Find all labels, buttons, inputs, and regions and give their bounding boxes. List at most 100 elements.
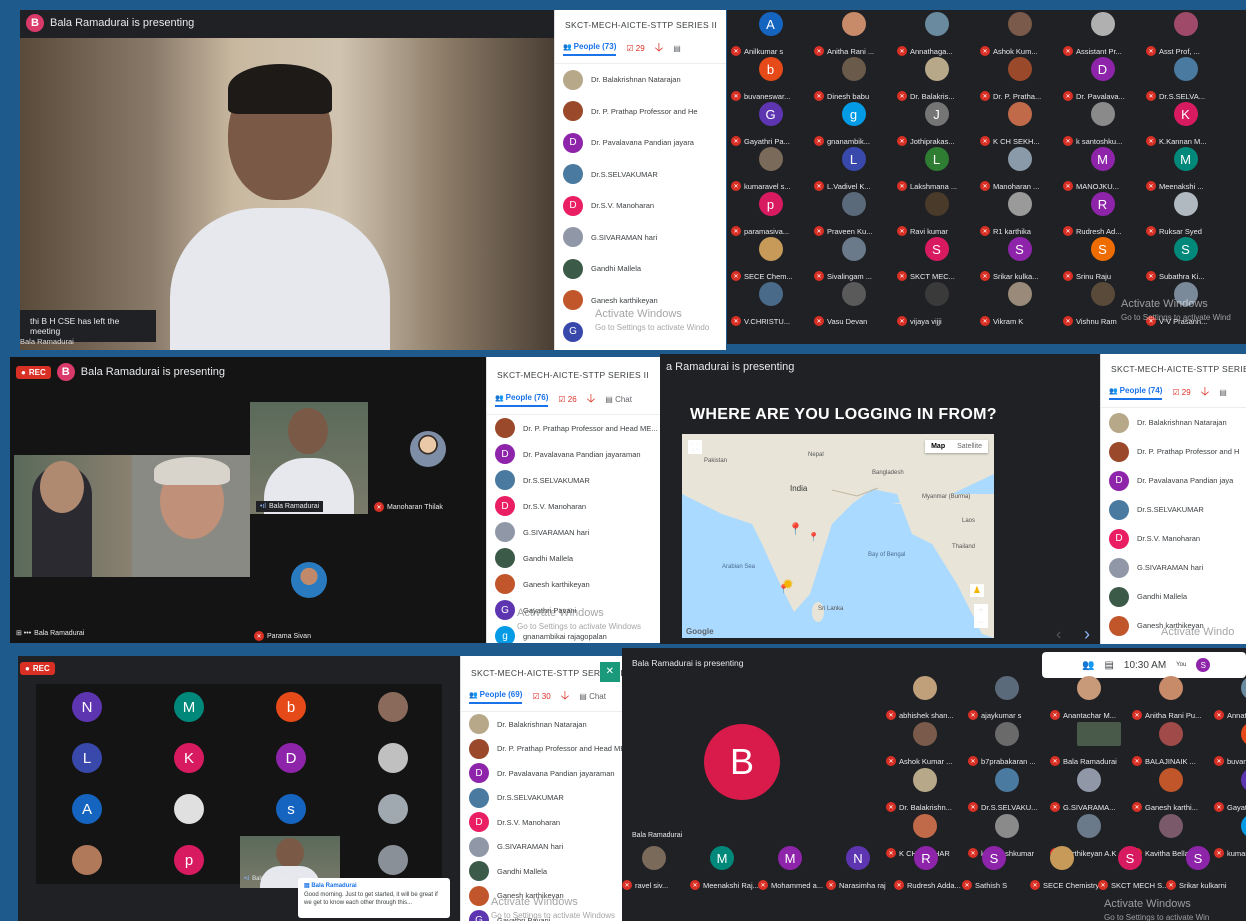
participant-tile[interactable]: ✕ Ravi kumar: [897, 192, 978, 236]
participant-tile[interactable]: ✕ ravel siv...: [622, 846, 688, 890]
participant-tile[interactable]: S ✕ Subathra Ki...: [1146, 237, 1227, 281]
participant-tile[interactable]: L ✕ L.Vadivel K...: [814, 147, 895, 191]
tab-attendance[interactable]: 30: [532, 692, 551, 701]
participant-tile[interactable]: ✕Annathagan R...: [1214, 676, 1246, 720]
tab-attendance[interactable]: 29: [1172, 388, 1191, 397]
participant-row[interactable]: Dr. Balakrishnan Natarajan: [1101, 408, 1246, 437]
participant-avatar[interactable]: [378, 794, 408, 824]
participant-row[interactable]: Dr. P. Prathap Professor and Head ME...: [461, 737, 622, 762]
participant-tile[interactable]: ✕ Praveen Ku...: [814, 192, 895, 236]
participant-tile[interactable]: ✕ Assistant Pr...: [1063, 12, 1144, 56]
participant-tile[interactable]: L ✕ Lakshmana ...: [897, 147, 978, 191]
participant-row[interactable]: Dr. Balakrishnan Natarajan: [461, 712, 622, 737]
participant-tile[interactable]: R ✕ Rudresh Ad...: [1063, 192, 1144, 236]
participant-avatar[interactable]: D: [276, 743, 306, 773]
participant-tile[interactable]: M ✕ Meenakshi Raj...: [690, 846, 759, 890]
participant-tile[interactable]: ✕ SECE Chemistry: [1030, 846, 1099, 890]
map-type-toggle[interactable]: Map Satellite: [925, 440, 988, 453]
participant-tile[interactable]: g ✕ gnanambik...: [814, 102, 895, 146]
participant-tile[interactable]: ✕ Dr.S.SELVAKU...: [968, 768, 1048, 812]
participant-tile[interactable]: ✕ b7prabakaran ...: [968, 722, 1048, 766]
participant-row[interactable]: Dr. P. Prathap Professor and He: [555, 96, 726, 128]
participant-row[interactable]: Gandhi Mallela: [555, 253, 726, 285]
participant-tile[interactable]: ✕ kumaravel s...: [731, 147, 812, 191]
participant-row[interactable]: Dr.S.SELVAKUMAR: [1101, 495, 1246, 524]
participant-row[interactable]: D Dr.S.V. Manoharan: [1101, 524, 1246, 553]
participant-row[interactable]: D Dr.S.V. Manoharan: [487, 493, 660, 519]
participant-tile[interactable]: S ✕ Srinu Raju: [1063, 237, 1144, 281]
participant-tile[interactable]: ✕ abhishek shan...: [886, 676, 966, 720]
participant-tile[interactable]: p ✕ paramasiva...: [731, 192, 812, 236]
participant-avatar[interactable]: A: [72, 794, 102, 824]
participant-avatar[interactable]: L: [72, 743, 102, 773]
participant-tile[interactable]: K ✕ K.Kannan M...: [1146, 102, 1227, 146]
participant-tile[interactable]: ✕ Vasu Devan: [814, 282, 895, 326]
participant-tile[interactable]: A ✕ Anilkumar s: [731, 12, 812, 56]
participant-row[interactable]: D Dr. Pavalavana Pandian jayara: [555, 127, 726, 159]
participant-row[interactable]: G.SIVARAMAN hari: [555, 222, 726, 254]
participant-tile[interactable]: ✕ Manoharan ...: [980, 147, 1061, 191]
tab-attendance[interactable]: 26: [558, 395, 577, 404]
participant-tile[interactable]: ✕ Anantachar M...: [1050, 676, 1130, 720]
participant-tile[interactable]: M ✕ Meenakshi ...: [1146, 147, 1227, 191]
pegman-icon[interactable]: ♟: [969, 584, 984, 597]
chat-icon[interactable]: [673, 44, 681, 53]
speaker-tile[interactable]: •ıl Bala Ramadurai: [250, 402, 368, 514]
participant-row[interactable]: Dr. P. Prathap Professor and Head ME...: [487, 415, 660, 441]
participant-tile[interactable]: ✕ Anitha Rani ...: [814, 12, 895, 56]
participant-tile[interactable]: ✕ V.CHRISTU...: [731, 282, 812, 326]
participant-tile[interactable]: M ✕ MANOJKU...: [1063, 147, 1144, 191]
participant-tile[interactable]: S ✕ Srikar kulka...: [980, 237, 1061, 281]
participant-tile[interactable]: D ✕ Dr. Pavalava...: [1063, 57, 1144, 101]
participant-tile[interactable]: ✕ k santoshku...: [1063, 102, 1144, 146]
participant-tile[interactable]: ✕ BALAJINAIK ...: [1132, 722, 1212, 766]
participant-tile[interactable]: ✕ Sivalingam ...: [814, 237, 895, 281]
participant-row[interactable]: Gandhi Mallela: [461, 859, 622, 884]
chat-icon[interactable]: ▤: [1104, 660, 1113, 671]
participant-tile[interactable]: ✕ Dinesh babu: [814, 57, 895, 101]
participant-tile[interactable]: ✕ Dr. Balakris...: [897, 57, 978, 101]
participant-tile[interactable]: ✕ Ruksar Syed: [1146, 192, 1227, 236]
participant-tile[interactable]: ✕ k santoshkumar: [968, 814, 1048, 858]
tab-people[interactable]: People (76): [495, 393, 549, 407]
participant-row[interactable]: G.SIVARAMAN hari: [487, 519, 660, 545]
tab-people[interactable]: People (69): [469, 690, 523, 704]
participant-tile[interactable]: ✕ Ashok Kum...: [980, 12, 1061, 56]
participant-row[interactable]: Dr. Balakrishnan Natarajan: [555, 64, 726, 96]
participant-tile[interactable]: ✕ K CH SEKH...: [980, 102, 1061, 146]
participant-row[interactable]: Ganesh karthikeyan: [487, 571, 660, 597]
participant-row[interactable]: D Dr.S.V. Manoharan: [555, 190, 726, 222]
participant-tile[interactable]: ✕ Dr.S.SELVA...: [1146, 57, 1227, 101]
participant-tile[interactable]: k ✕kumar sudu: [1214, 814, 1246, 858]
prev-arrow-icon[interactable]: ‹: [1056, 626, 1061, 644]
participant-avatar[interactable]: N: [72, 692, 102, 722]
fullscreen-icon[interactable]: ⛶: [688, 440, 702, 454]
participant-tile[interactable]: S ✕ SKCT MECH S...: [1098, 846, 1168, 890]
participant-row[interactable]: D Dr. Pavalavana Pandian jayaraman: [487, 441, 660, 467]
map-widget[interactable]: Map Satellite ⛶ India Nepal Bangladesh P…: [682, 434, 994, 638]
zoom-control[interactable]: + −: [974, 604, 988, 628]
participant-tile[interactable]: R ✕ Rudresh Adda...: [894, 846, 961, 890]
participant-tile[interactable]: S ✕ Srikar kulkarni: [1166, 846, 1232, 890]
participant-tile[interactable]: ✕ vijaya vijji: [897, 282, 978, 326]
participant-tile[interactable]: ✕ Vikram K: [980, 282, 1061, 326]
participant-tile[interactable]: ✕ SECE Chem...: [731, 237, 812, 281]
participant-tile[interactable]: b ✕ buvaneswar...: [731, 57, 812, 101]
tab-people[interactable]: People (73): [563, 42, 617, 56]
participant-avatar[interactable]: [72, 845, 102, 875]
participant-row[interactable]: Dr.S.SELVAKUMAR: [487, 467, 660, 493]
participant-tile[interactable]: ✕ Bala Ramadurai: [1050, 722, 1130, 766]
tab-chat[interactable]: Chat: [579, 692, 606, 701]
participant-tile[interactable]: G ✕Gayathri Pavani: [1214, 768, 1246, 812]
avatar[interactable]: S: [1196, 658, 1211, 672]
tab-attendance[interactable]: 29: [626, 44, 645, 53]
participant-row[interactable]: Dr.S.SELVAKUMAR: [461, 786, 622, 811]
map-btn[interactable]: Map: [925, 440, 951, 453]
participant-avatar[interactable]: b: [276, 692, 306, 722]
participant-avatar[interactable]: s: [276, 794, 306, 824]
participant-tile[interactable]: ✕ ajaykumar s: [968, 676, 1048, 720]
participant-tile[interactable]: ✕ Annathaga...: [897, 12, 978, 56]
participant-row[interactable]: Gandhi Mallela: [1101, 582, 1246, 611]
participant-tile[interactable]: S ✕ Sathish S: [962, 846, 1028, 890]
participant-avatar[interactable]: M: [174, 692, 204, 722]
